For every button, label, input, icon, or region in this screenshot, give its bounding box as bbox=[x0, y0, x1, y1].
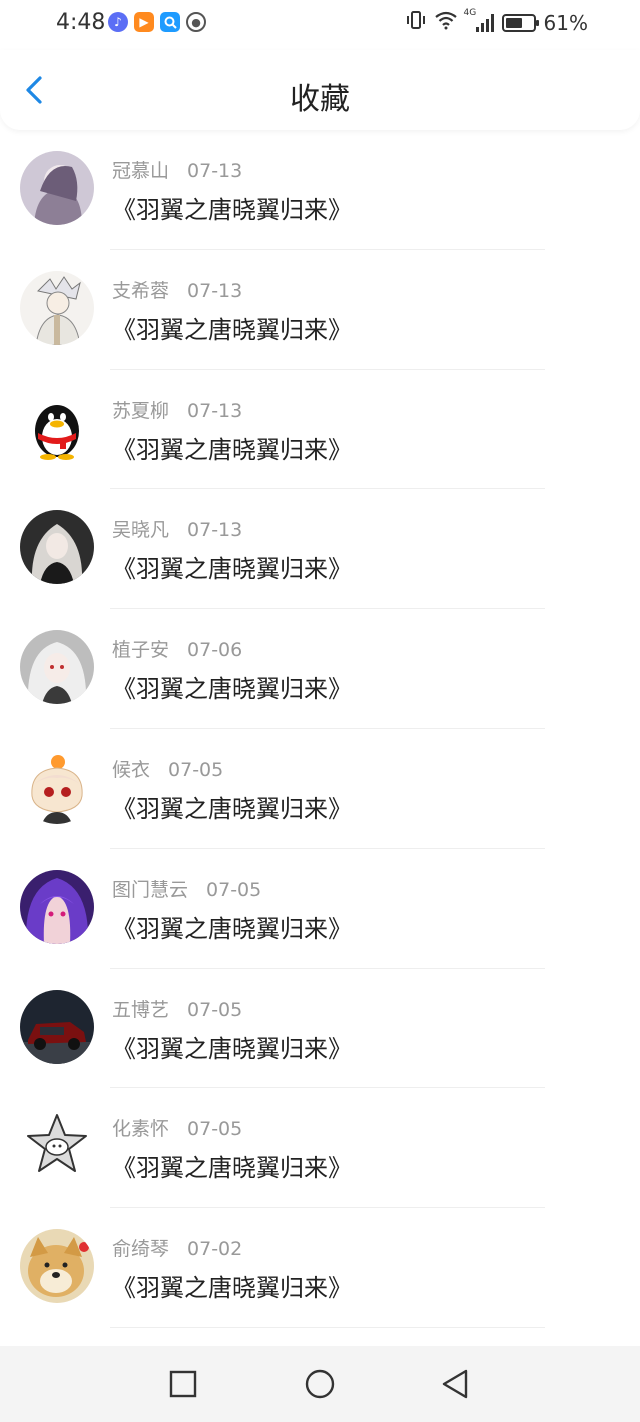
video-app-icon: ▶ bbox=[134, 12, 154, 32]
favorite-meta: 五博艺 07-05 bbox=[112, 995, 242, 1022]
music-app-icon: ♪ bbox=[108, 12, 128, 32]
favorite-title: 《羽翼之唐晓翼归来》 bbox=[112, 1034, 352, 1063]
divider bbox=[110, 1326, 545, 1328]
list-item[interactable]: 支希蓉 07-13 《羽翼之唐晓翼归来》 bbox=[0, 250, 640, 370]
status-time: 4:48 bbox=[56, 10, 106, 35]
user-name: 俞绮琴 bbox=[112, 1238, 170, 1261]
avatar[interactable] bbox=[20, 989, 94, 1064]
avatar[interactable] bbox=[20, 270, 94, 345]
date-label: 07-13 bbox=[187, 399, 243, 422]
avatar[interactable] bbox=[20, 1229, 94, 1304]
list-item[interactable]: 俞绮琴 07-02 《羽翼之唐晓翼归来》 bbox=[0, 1208, 640, 1328]
favorite-meta: 图门慧云 07-05 bbox=[112, 875, 261, 902]
recent-apps-button[interactable] bbox=[165, 1366, 201, 1402]
favorite-meta: 俞绮琴 07-02 bbox=[112, 1234, 242, 1261]
network-type-label: 4G bbox=[463, 7, 477, 18]
browser-app-icon: ● bbox=[186, 12, 206, 32]
favorite-title: 《羽翼之唐晓翼归来》 bbox=[112, 1274, 352, 1303]
search-app-icon bbox=[160, 12, 180, 32]
favorite-meta: 苏夏柳 07-13 bbox=[112, 396, 242, 423]
user-name: 冠慕山 bbox=[112, 160, 170, 182]
date-label: 07-05 bbox=[168, 758, 224, 781]
user-name: 吴晓凡 bbox=[112, 519, 170, 542]
avatar[interactable] bbox=[20, 510, 94, 585]
favorite-title: 《羽翼之唐晓翼归来》 bbox=[112, 196, 352, 224]
list-item[interactable]: 图门慧云 07-05 《羽翼之唐晓翼归来》 bbox=[0, 849, 640, 969]
system-nav-bar bbox=[0, 1346, 640, 1422]
favorite-title: 《羽翼之唐晓翼归来》 bbox=[112, 675, 352, 704]
status-app-icons: ♪ ▶ ● bbox=[108, 12, 206, 32]
favorite-meta: 化素怀 07-05 bbox=[112, 1114, 242, 1141]
date-label: 07-06 bbox=[187, 639, 243, 662]
favorite-title: 《羽翼之唐晓翼归来》 bbox=[112, 914, 352, 943]
square-icon bbox=[169, 1370, 197, 1398]
favorite-title: 《羽翼之唐晓翼归来》 bbox=[112, 435, 352, 464]
user-name: 候衣 bbox=[112, 758, 151, 781]
vibrate-icon bbox=[406, 10, 426, 35]
avatar[interactable] bbox=[20, 869, 94, 944]
home-button[interactable] bbox=[302, 1366, 338, 1402]
favorite-title: 《羽翼之唐晓翼归来》 bbox=[112, 794, 352, 823]
avatar[interactable] bbox=[20, 151, 94, 225]
list-item[interactable]: 苏夏柳 07-13 《羽翼之唐晓翼归来》 bbox=[0, 370, 640, 490]
date-label: 07-05 bbox=[187, 1118, 243, 1141]
list-item[interactable]: 化素怀 07-05 《羽翼之唐晓翼归来》 bbox=[0, 1088, 640, 1209]
user-name: 苏夏柳 bbox=[112, 399, 170, 422]
header-bar: 收藏 bbox=[0, 50, 640, 130]
date-label: 07-13 bbox=[187, 279, 243, 302]
circle-icon bbox=[305, 1369, 335, 1399]
date-label: 07-05 bbox=[187, 998, 243, 1021]
favorite-meta: 候衣 07-05 bbox=[112, 755, 223, 782]
favorite-meta: 植子安 07-06 bbox=[112, 635, 242, 662]
status-bar: 4:48 ♪ ▶ ● 4G 61% bbox=[0, 0, 640, 50]
date-label: 07-05 bbox=[206, 878, 262, 901]
date-label: 07-02 bbox=[187, 1238, 243, 1261]
avatar[interactable] bbox=[20, 749, 94, 824]
user-name: 化素怀 bbox=[112, 1118, 170, 1141]
user-name: 五博艺 bbox=[112, 998, 170, 1021]
page-title: 收藏 bbox=[290, 82, 350, 117]
cellular-signal-icon: 4G bbox=[464, 8, 494, 32]
favorite-title: 《羽翼之唐晓翼归来》 bbox=[112, 555, 352, 584]
avatar[interactable] bbox=[20, 630, 94, 705]
list-item[interactable]: 冠慕山 07-13 《羽翼之唐晓翼归来》 bbox=[0, 130, 640, 250]
favorites-list: 冠慕山 07-13 《羽翼之唐晓翼归来》 支希蓉 07-13 《羽翼之唐晓翼归来》 … bbox=[0, 130, 640, 1328]
avatar[interactable] bbox=[20, 390, 94, 465]
list-item[interactable]: 五博艺 07-05 《羽翼之唐晓翼归来》 bbox=[0, 969, 640, 1089]
favorite-title: 《羽翼之唐晓翼归来》 bbox=[112, 1154, 352, 1183]
triangle-back-icon bbox=[442, 1369, 468, 1399]
user-name: 支希蓉 bbox=[112, 279, 170, 302]
battery-percent: 61% bbox=[543, 10, 588, 35]
status-indicators: 4G 61% bbox=[406, 8, 588, 35]
favorite-meta: 支希蓉 07-13 bbox=[112, 276, 242, 303]
user-name: 图门慧云 bbox=[112, 878, 189, 901]
favorite-title: 《羽翼之唐晓翼归来》 bbox=[112, 315, 352, 344]
date-label: 07-13 bbox=[187, 519, 243, 542]
battery-icon bbox=[501, 13, 539, 32]
user-name: 植子安 bbox=[112, 639, 170, 662]
favorite-meta: 吴晓凡 07-13 bbox=[112, 515, 242, 542]
list-item[interactable]: 候衣 07-05 《羽翼之唐晓翼归来》 bbox=[0, 729, 640, 849]
battery-fill bbox=[505, 17, 522, 28]
avatar[interactable] bbox=[20, 1109, 94, 1184]
favorite-meta: 冠慕山 07-13 bbox=[112, 156, 242, 183]
wifi-icon bbox=[434, 10, 458, 35]
system-back-button[interactable] bbox=[438, 1366, 474, 1402]
date-label: 07-13 bbox=[187, 160, 243, 182]
list-item[interactable]: 吴晓凡 07-13 《羽翼之唐晓翼归来》 bbox=[0, 489, 640, 610]
list-item[interactable]: 植子安 07-06 《羽翼之唐晓翼归来》 bbox=[0, 609, 640, 729]
